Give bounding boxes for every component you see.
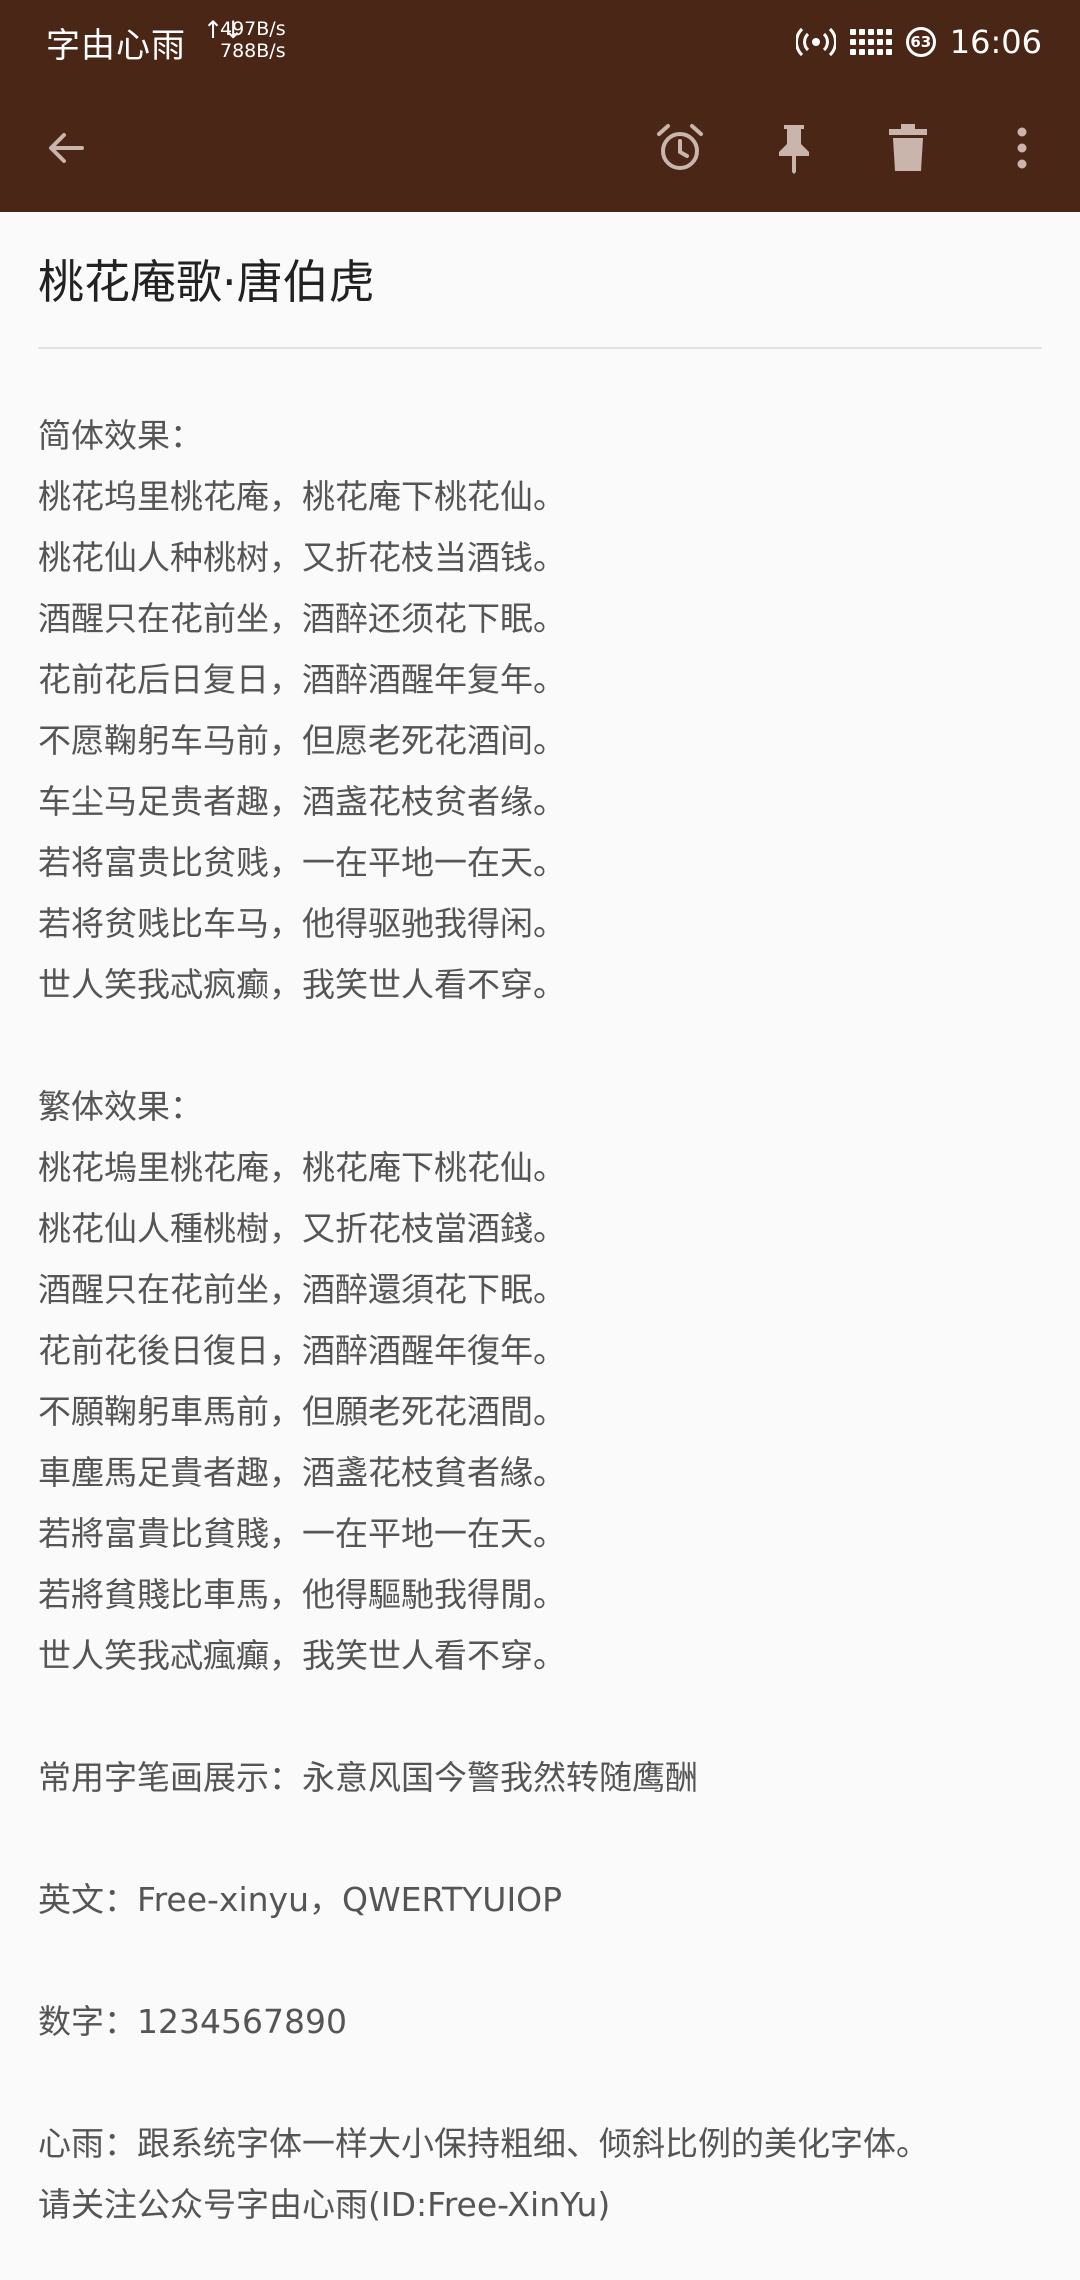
note-line: 车尘马足贵者趣，酒盏花枝贫者缘。 — [38, 782, 566, 821]
signal-icon — [849, 29, 892, 55]
status-bar: 字由心雨 ↑↓ 497B/s 788B/s 63 16:06 — [0, 0, 1080, 84]
alarm-clock-icon — [657, 124, 703, 170]
trash-icon — [889, 124, 927, 171]
note-line: 車塵馬足貴者趣，酒盞花枝貧者緣。 — [38, 1453, 566, 1492]
network-speed: 497B/s 788B/s — [220, 18, 286, 62]
pin-button[interactable] — [758, 112, 830, 184]
note-line: 心雨：跟系统字体一样大小保持粗细、倾斜比例的美化字体。 — [38, 2124, 929, 2163]
back-button[interactable] — [30, 112, 102, 184]
battery-icon: 63 — [905, 27, 936, 57]
note-body[interactable]: 简体效果： 桃花坞里桃花庵，桃花庵下桃花仙。 桃花仙人种桃树，又折花枝当酒钱。 酒醒只… — [38, 405, 1042, 2235]
note-line: 常用字笔画展示：永意风国今警我然转随鹰酬 — [38, 1758, 698, 1797]
note-line: 若将贫贱比车马，他得驱驰我得闲。 — [38, 904, 566, 943]
note-line: 若將富貴比貧賤，一在平地一在天。 — [38, 1514, 566, 1553]
more-options-button[interactable] — [986, 112, 1058, 184]
note-line: 繁体效果： — [38, 1087, 203, 1126]
note-line: 酒醒只在花前坐，酒醉还须花下眠。 — [38, 599, 566, 638]
note-line: 桃花仙人种桃树，又折花枝当酒钱。 — [38, 538, 566, 577]
note-line: 数字：1234567890 — [38, 2002, 347, 2041]
hotspot-icon — [795, 27, 836, 57]
delete-button[interactable] — [872, 112, 944, 184]
note-line: 世人笑我忒疯癫，我笑世人看不穿。 — [38, 965, 566, 1004]
status-right: 63 16:06 — [795, 18, 1042, 66]
reminder-button[interactable] — [644, 112, 716, 184]
carrier-brand: 字由心雨 — [46, 26, 186, 66]
pin-icon — [779, 125, 809, 174]
toolbar — [0, 84, 1080, 212]
note-content: 桃花庵歌·唐伯虎 简体效果： 桃花坞里桃花庵，桃花庵下桃花仙。 桃花仙人种桃树，又折… — [38, 212, 1042, 2235]
back-arrow-icon — [49, 133, 84, 163]
status-time: 16:06 — [949, 23, 1042, 61]
note-line: 桃花塢里桃花庵，桃花庵下桃花仙。 — [38, 1148, 566, 1187]
note-line: 若將貧賤比車馬，他得驅馳我得閒。 — [38, 1575, 566, 1614]
title-divider — [38, 347, 1042, 349]
more-vert-icon — [1017, 127, 1027, 169]
note-line: 桃花坞里桃花庵，桃花庵下桃花仙。 — [38, 477, 566, 516]
note-title[interactable]: 桃花庵歌·唐伯虎 — [38, 250, 1042, 314]
note-line: 酒醒只在花前坐，酒醉還須花下眠。 — [38, 1270, 566, 1309]
note-line: 桃花仙人種桃樹，又折花枝當酒錢。 — [38, 1209, 566, 1248]
net-download-speed: 788B/s — [220, 40, 286, 62]
note-line: 花前花后日复日，酒醉酒醒年复年。 — [38, 660, 566, 699]
note-line: 不愿鞠躬车马前，但愿老死花酒间。 — [38, 721, 566, 760]
note-line: 世人笑我忒瘋癲，我笑世人看不穿。 — [38, 1636, 566, 1675]
net-upload-speed: 497B/s — [220, 18, 286, 40]
note-line: 简体效果： — [38, 416, 203, 455]
note-line: 花前花後日復日，酒醉酒醒年復年。 — [38, 1331, 566, 1370]
note-line: 若将富贵比贫贱，一在平地一在天。 — [38, 843, 566, 882]
note-line: 英文：Free-xinyu，QWERTYUIOP — [38, 1880, 563, 1919]
note-line: 请关注公众号字由心雨(ID:Free-XinYu) — [38, 2185, 611, 2224]
note-line: 不願鞠躬車馬前，但願老死花酒間。 — [38, 1392, 566, 1431]
